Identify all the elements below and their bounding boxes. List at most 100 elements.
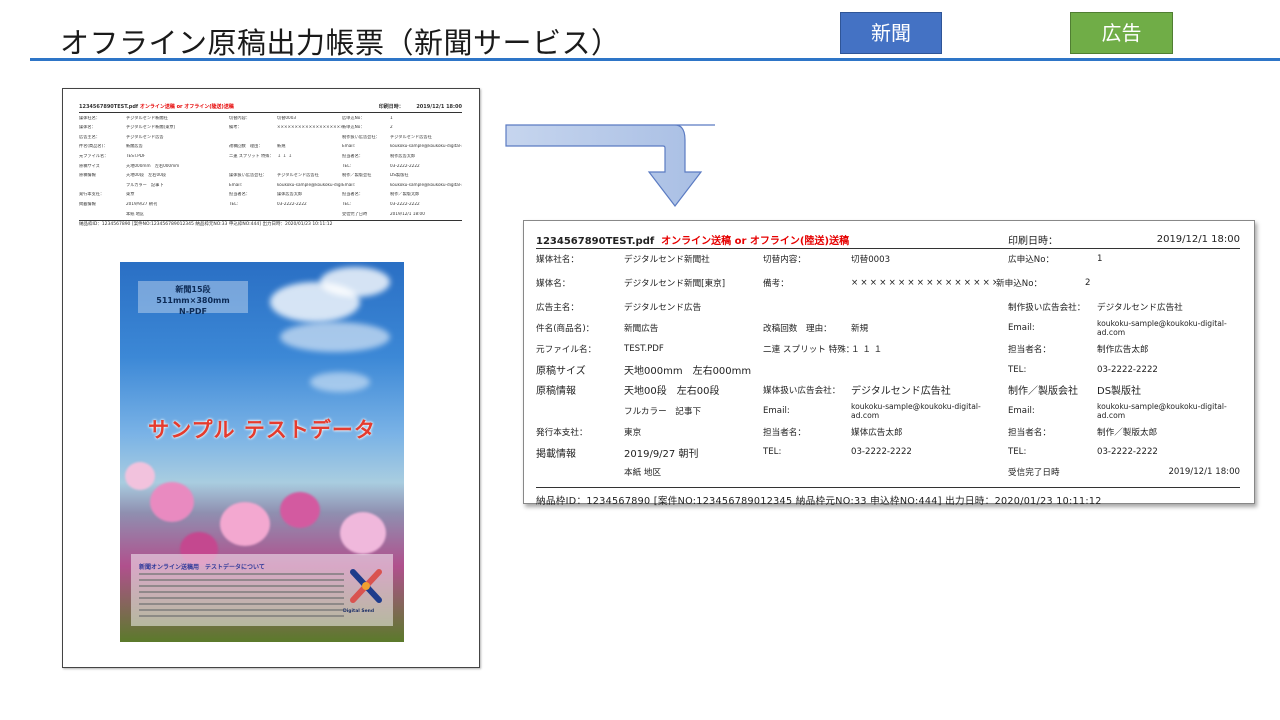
flower — [280, 492, 320, 528]
mini-report: 1234567890TEST.pdf オンライン送稿 or オフライン(陸送)送… — [79, 105, 462, 227]
report-cell: 切替内容： — [763, 255, 806, 266]
poster-size-line2: N-PDF — [179, 307, 207, 317]
mini-report-row: 媒体社名： デジタルセンド新聞社 切替内容： 切替0003 広申込No： 1 — [79, 113, 462, 123]
report-row: フルカラー 記事下 Email: koukoku-sample@koukoku-di… — [536, 400, 1240, 422]
mini-report-cell: 備考： — [229, 125, 242, 130]
mini-report-row: 媒体名： デジタルセンド新聞[東京] 備考： ××××××××××××××××××××… — [79, 123, 462, 133]
poster-size-label: 新聞15段 511mm×380mm N-PDF — [138, 281, 248, 316]
report-detail-inner: 1234567890TEST.pdf オンライン送稿 or オフライン(陸送)送… — [536, 230, 1240, 507]
mini-report-cell: 03-2222-2222 — [390, 202, 420, 207]
cloud — [280, 322, 390, 352]
flower — [150, 482, 194, 522]
mini-report-cell: 媒体名： — [79, 125, 96, 130]
mini-report-cell: 本紙 地区 — [126, 211, 145, 216]
flower — [340, 512, 386, 554]
mini-report-cell: 件名(商品名)： — [79, 144, 108, 149]
report-cell: 1 — [1097, 254, 1103, 265]
mini-report-cell: デジタルセンド新聞社 — [126, 115, 168, 120]
report-cell: デジタルセンド新聞社 — [624, 255, 710, 266]
report-cell: 掲載情報 — [536, 448, 576, 460]
mini-filename: 1234567890TEST.pdf — [79, 104, 139, 110]
report-cell: デジタルセンド広告社 — [1097, 303, 1183, 314]
mini-report-cell: 東京 — [126, 192, 135, 197]
report-cell: １ １ １ — [851, 345, 883, 356]
mini-report-header: 1234567890TEST.pdf オンライン送稿 or オフライン(陸送)送… — [79, 105, 462, 113]
mini-report-row: 発行本支社： 東京 担当者名： 媒体広告太郎 担当者名： 制作／製版太郎 — [79, 190, 462, 200]
mini-report-cell: フルカラー 記事下 — [126, 182, 164, 187]
mini-print-value: 2019/12/1 18:00 — [416, 104, 462, 110]
mini-report-cell: 受信完了日時 — [342, 211, 368, 216]
mini-report-cell: デジタルセンド広告社 — [390, 134, 432, 139]
report-cell: koukoku-sample@koukoku-digital-ad.com — [1097, 319, 1227, 338]
report-cell: 制作広告太郎 — [1097, 345, 1149, 356]
report-page-thumbnail: 1234567890TEST.pdf オンライン送稿 or オフライン(陸送)送… — [62, 88, 480, 668]
title-underline — [30, 58, 1280, 61]
report-cell: 広告主名： — [536, 303, 579, 314]
report-cell: 2 — [1085, 278, 1091, 289]
sample-poster: 新聞15段 511mm×380mm N-PDF サンプル テストデータ 新聞オン… — [120, 262, 404, 642]
report-cell: TEL: — [1008, 364, 1027, 375]
report-cell: 受信完了日時 — [1008, 468, 1060, 479]
report-cell: デジタルセンド広告 — [624, 303, 702, 314]
mini-report-cell: 制作／製版会社 — [342, 173, 372, 178]
mini-report-row: 原稿サイズ 天地000mm 左右000mm TEL: 03-2222-2222 — [79, 161, 462, 171]
print-date-value: 2019/12/1 18:00 — [1156, 233, 1240, 245]
mini-report-cell: 原稿サイズ — [79, 163, 100, 168]
mini-report-cell: 広告主名： — [79, 134, 100, 139]
report-cell: 03-2222-2222 — [1097, 447, 1158, 458]
mini-report-cell: 制作扱い広告会社： — [342, 134, 380, 139]
mini-report-cell: 1 — [390, 115, 393, 120]
mini-report-cell: 媒体扱い広告会社： — [229, 173, 267, 178]
mini-report-cell: 担当者名： — [342, 154, 363, 159]
report-rows: 媒体社名： デジタルセンド新聞社 切替内容： 切替0003 広申込No： 1 媒体名： デジタ… — [536, 249, 1240, 483]
digital-send-logo-icon — [350, 569, 382, 603]
mini-report-cell: TEL: — [229, 202, 238, 207]
bent-arrow-icon — [505, 124, 715, 207]
report-cell: 広申込No： — [1008, 255, 1055, 266]
ad-tag: 広告 — [1070, 12, 1173, 54]
report-cell: デジタルセンド広告社 — [851, 386, 951, 398]
report-cell: TEST.PDF — [624, 344, 664, 355]
mini-report-cell: 広申込No： — [342, 115, 365, 120]
mini-report-cell: TEST.PDF — [126, 154, 146, 159]
mini-report-cell: １ １ １ — [277, 154, 293, 159]
report-cell: 新聞広告 — [624, 324, 659, 335]
report-cell: 原稿サイズ — [536, 366, 586, 378]
report-cell: デジタルセンド新聞[東京] — [624, 279, 726, 290]
mini-report-cell: 発行本支社： — [79, 192, 105, 197]
report-send-type: オンライン送稿 or オフライン(陸送)送稿 — [661, 235, 850, 247]
mini-report-row: 原稿情報 天地00段 左右00段 媒体扱い広告会社： デジタルセンド広告社 制作／製版会… — [79, 171, 462, 181]
mini-report-cell: Email: — [229, 182, 243, 187]
report-footer: 納品枠ID：1234567890 [案件NO:123456789012345 納… — [536, 486, 1240, 507]
report-cell: 備考： — [763, 279, 789, 290]
mini-report-cell: 2 — [390, 125, 393, 130]
report-cell: 担当者名： — [1008, 345, 1051, 356]
mini-report-row: 件名(商品名)： 新聞広告 改稿回数 理由： 新規 Email: koukoku-samp… — [79, 142, 462, 152]
report-cell: 件名(商品名)： — [536, 324, 595, 335]
mini-report-row: 本紙 地区 受信完了日時 2019/12/1 18:00 — [79, 209, 462, 219]
report-row: 件名(商品名)： 新聞広告 改稿回数 理由： 新規 Email: koukoku-samp… — [536, 317, 1240, 339]
report-cell: フルカラー 記事下 — [624, 406, 702, 417]
report-cell: ××××××××××××××××××××× — [851, 278, 996, 289]
report-header: 1234567890TEST.pdf オンライン送稿 or オフライン(陸送)送… — [536, 230, 1240, 249]
flower — [125, 462, 155, 490]
mini-report-cell: 新聞広告 — [126, 144, 143, 149]
mini-report-cell: 媒体広告太郎 — [277, 192, 303, 197]
report-row: 本紙 地区 受信完了日時 2019/12/1 18:00 — [536, 462, 1240, 482]
report-filename: 1234567890TEST.pdf — [536, 235, 655, 247]
mini-report-cell: デジタルセンド広告社 — [277, 173, 319, 178]
report-cell: Email: — [1008, 405, 1035, 416]
report-row: 発行本支社： 東京 担当者名： 媒体広告太郎 担当者名： 制作／製版太郎 — [536, 422, 1240, 442]
report-cell: 二連 スプリット 特殊： — [763, 345, 851, 356]
mini-report-cell: 掲載情報 — [79, 202, 96, 207]
report-cell: 改稿回数 理由： — [763, 324, 832, 335]
report-cell: 新申込No： — [996, 279, 1043, 290]
report-cell: koukoku-sample@koukoku-digital-ad.com — [851, 401, 981, 420]
mini-report-cell: 制作／製版太郎 — [390, 192, 420, 197]
report-row: 広告主名： デジタルセンド広告 制作扱い広告会社： デジタルセンド広告社 — [536, 297, 1240, 317]
report-cell: 切替0003 — [851, 255, 891, 266]
report-cell: 担当者名： — [763, 428, 806, 439]
report-detail: 1234567890TEST.pdf オンライン送稿 or オフライン(陸送)送… — [523, 220, 1255, 507]
report-row: 掲載情報 2019/9/27 朝刊 TEL: 03-2222-2222 TEL: 03-2… — [536, 442, 1240, 462]
mini-report-row: フルカラー 記事下 Email: koukoku-sample@koukoku-di… — [79, 180, 462, 190]
